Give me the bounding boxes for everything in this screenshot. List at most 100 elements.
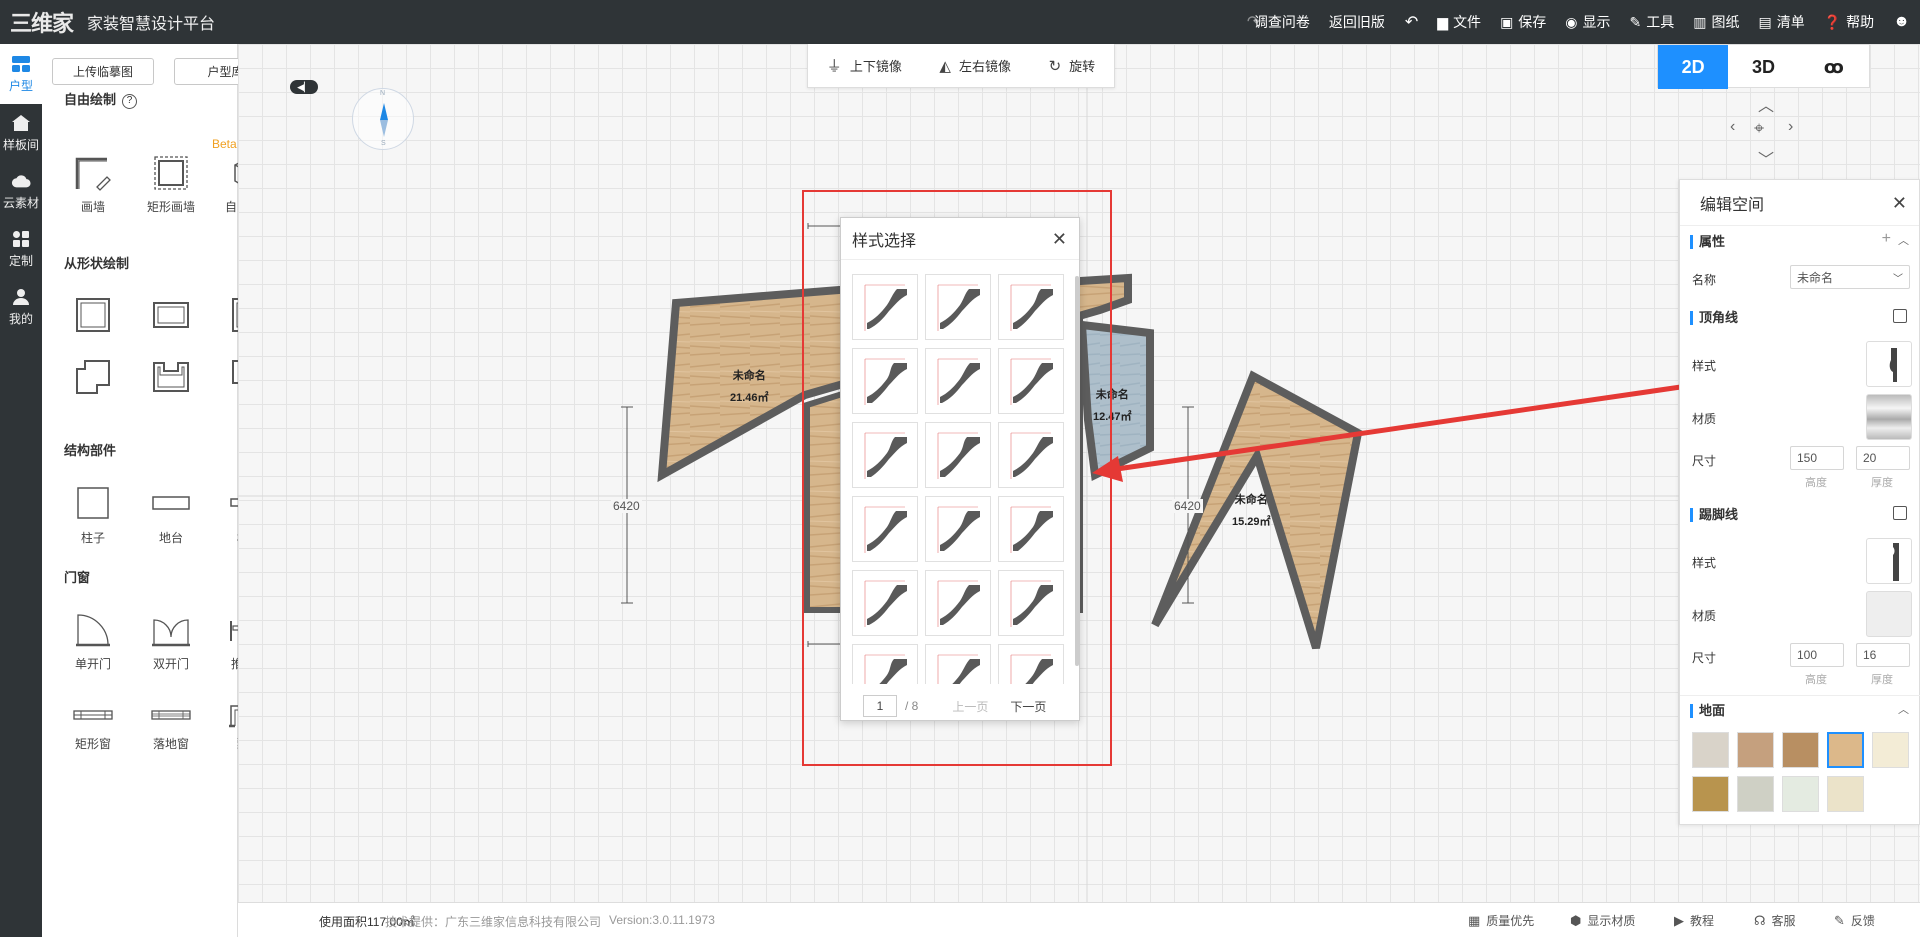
style-option[interactable]	[852, 274, 918, 340]
crown-height-input[interactable]: 150	[1790, 446, 1844, 470]
dialog-scrollbar[interactable]	[1075, 276, 1079, 666]
redo-icon[interactable]: ↷	[1247, 12, 1260, 32]
rotate-button[interactable]: ↻ 旋转	[1049, 56, 1096, 75]
drawings-menu[interactable]: ▥ 图纸	[1693, 12, 1739, 32]
shape-cross-tool[interactable]	[58, 352, 128, 402]
skirting-checkbox[interactable]	[1893, 506, 1907, 520]
style-option[interactable]	[925, 644, 991, 684]
upload-sketch-button[interactable]: 上传临摹图	[52, 58, 154, 85]
collapse-icon[interactable]: ︿	[1898, 701, 1909, 717]
panel-title: 编辑空间	[1700, 196, 1765, 214]
tutorial-link[interactable]: ▶ 教程	[1674, 912, 1714, 929]
quality-toggle[interactable]: ▦ 质量优先	[1468, 912, 1534, 929]
prev-page-button[interactable]: 上一页	[952, 698, 988, 715]
style-option[interactable]	[998, 274, 1064, 340]
user-icon[interactable]: ☻	[1893, 13, 1910, 31]
service-link[interactable]: ☊ 客服	[1754, 912, 1796, 929]
skirting-material-thumb[interactable]	[1866, 591, 1912, 637]
pan-right-icon[interactable]: ›	[1788, 118, 1793, 136]
rail-item-mine[interactable]: 我的	[0, 278, 42, 336]
floor-swatch[interactable]	[1692, 732, 1729, 768]
view-vr-button[interactable]: ꝏ	[1799, 45, 1869, 89]
floor-swatch[interactable]	[1827, 732, 1864, 768]
style-option[interactable]	[925, 422, 991, 488]
style-option[interactable]	[925, 274, 991, 340]
list-menu[interactable]: ▤ 清单	[1758, 12, 1804, 32]
help-menu[interactable]: ❓ 帮助	[1824, 12, 1874, 32]
style-option[interactable]	[925, 570, 991, 636]
flip-horizontal-button[interactable]: ◭ 左右镜像	[939, 56, 1011, 75]
shape-square-tool[interactable]	[58, 290, 128, 340]
skirting-height-input[interactable]: 100	[1790, 643, 1844, 667]
dialog-header: 样式选择 ✕	[841, 218, 1079, 260]
floor-swatch[interactable]	[1737, 732, 1774, 768]
file-menu[interactable]: ▆ 文件	[1437, 12, 1481, 32]
style-option[interactable]	[998, 496, 1064, 562]
crown-style-thumb[interactable]	[1866, 341, 1912, 387]
save-button[interactable]: ▣ 保存	[1500, 12, 1546, 32]
crown-checkbox[interactable]	[1893, 309, 1907, 323]
tools-menu[interactable]: ✎ 工具	[1630, 12, 1675, 32]
shape-rect-tool[interactable]	[136, 290, 206, 340]
draw-wall-tool[interactable]: 画墙	[58, 148, 128, 215]
rail-item-sample-room[interactable]: 样板间	[0, 104, 42, 162]
style-option[interactable]	[998, 348, 1064, 414]
old-version-link[interactable]: 返回旧版	[1329, 12, 1385, 32]
rail-item-custom[interactable]: 定制	[0, 220, 42, 278]
skirting-thickness-input[interactable]: 16	[1856, 643, 1910, 667]
rect-wall-tool[interactable]: 矩形画墙	[136, 148, 206, 215]
name-select[interactable]: 未命名 ﹀	[1790, 265, 1910, 289]
page-input[interactable]: 1	[863, 695, 897, 717]
feedback-link[interactable]: ✎ 反馈	[1834, 912, 1875, 929]
style-option[interactable]	[925, 496, 991, 562]
collapse-panel-toggle[interactable]: ◀▏	[290, 80, 318, 94]
rect-window-tool[interactable]: 矩形窗	[58, 695, 128, 752]
close-icon[interactable]: ✕	[1892, 193, 1907, 214]
shape-u-tool[interactable]	[136, 352, 206, 402]
crown-thickness-input[interactable]: 20	[1856, 446, 1910, 470]
style-option[interactable]	[998, 644, 1064, 684]
pan-left-icon[interactable]: ‹	[1730, 118, 1735, 136]
floor-swatch[interactable]	[1782, 732, 1819, 768]
floor-swatch[interactable]	[1692, 776, 1729, 812]
rail-item-cloud[interactable]: 云素材	[0, 162, 42, 220]
close-icon[interactable]: ✕	[1052, 229, 1067, 250]
crown-material-thumb[interactable]	[1866, 394, 1912, 440]
floor-swatch[interactable]	[1827, 776, 1864, 812]
next-page-button[interactable]: 下一页	[1010, 698, 1046, 715]
undo-icon[interactable]: ↶	[1405, 12, 1418, 32]
style-option[interactable]	[852, 496, 918, 562]
pan-down-icon[interactable]: ﹀	[1758, 146, 1774, 170]
collapse-icon[interactable]: ︿	[1898, 232, 1909, 248]
floor-swatch[interactable]	[1782, 776, 1819, 812]
rail-item-floorplan[interactable]: 户型	[0, 44, 42, 104]
tool-label: 矩形画墙	[146, 200, 195, 214]
survey-link[interactable]: 调查问卷	[1254, 12, 1310, 32]
style-option[interactable]	[925, 348, 991, 414]
style-option[interactable]	[852, 570, 918, 636]
pan-up-icon[interactable]: ︿	[1758, 92, 1774, 116]
cross-shape-icon	[58, 352, 128, 402]
flip-vertical-button[interactable]: ⏚ 上下镜像	[827, 55, 902, 76]
view-3d-button[interactable]: 3D	[1728, 45, 1798, 89]
add-icon[interactable]: +	[1882, 230, 1891, 248]
floor-swatch[interactable]	[1872, 732, 1909, 768]
style-option[interactable]	[852, 422, 918, 488]
skirting-style-thumb[interactable]	[1866, 538, 1912, 584]
floor-swatch[interactable]	[1737, 776, 1774, 812]
platform-tool[interactable]: 地台	[136, 477, 206, 546]
floor-window-tool[interactable]: 落地窗	[136, 695, 206, 752]
compass: N S	[352, 88, 414, 150]
display-menu[interactable]: ◉ 显示	[1565, 12, 1610, 32]
help-icon[interactable]: ?	[122, 94, 138, 109]
view-2d-button[interactable]: 2D	[1658, 45, 1729, 89]
style-option[interactable]	[998, 422, 1064, 488]
style-option[interactable]	[998, 570, 1064, 636]
style-option[interactable]	[852, 644, 918, 684]
show-material-toggle[interactable]: ⬢ 显示材质	[1570, 912, 1635, 929]
single-door-tool[interactable]: 单开门	[58, 605, 128, 672]
center-view-icon[interactable]: ⌖	[1754, 118, 1764, 139]
column-tool[interactable]: 柱子	[58, 477, 128, 546]
style-option[interactable]	[852, 348, 918, 414]
double-door-tool[interactable]: 双开门	[136, 605, 206, 672]
